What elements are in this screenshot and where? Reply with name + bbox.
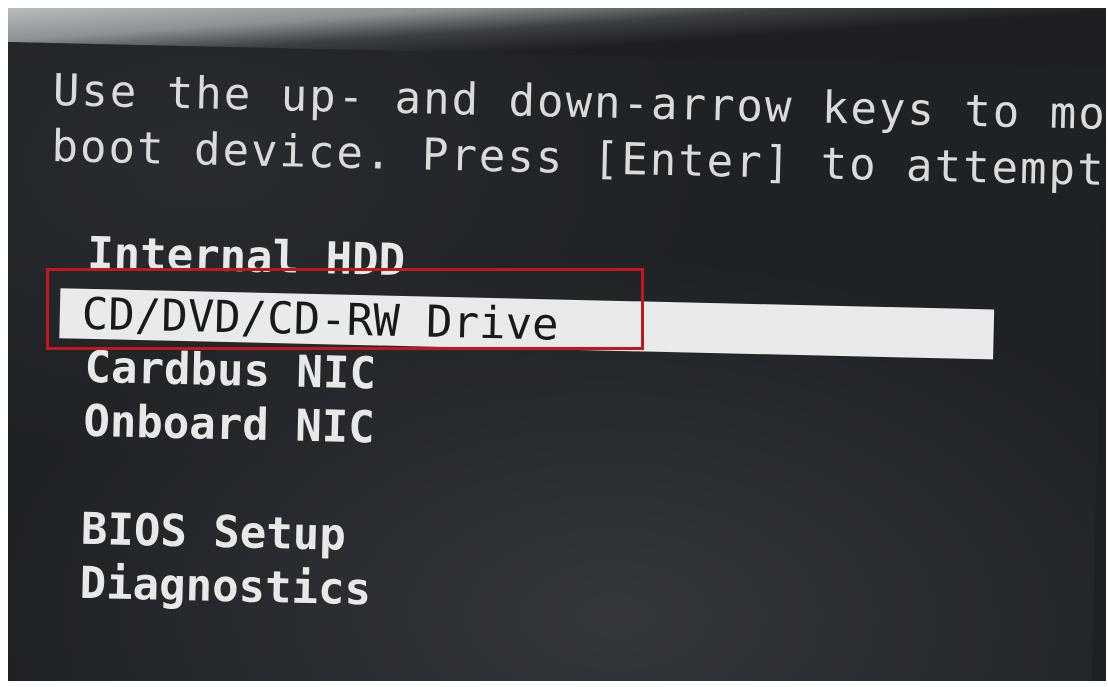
red-highlight-box <box>46 268 644 350</box>
boot-option-onboard-nic[interactable]: Onboard NIC <box>83 396 376 455</box>
monitor-photo: Use the up- and down-arrow keys to mov b… <box>8 8 1106 681</box>
option-bios-setup[interactable]: BIOS Setup <box>80 504 346 562</box>
option-diagnostics[interactable]: Diagnostics <box>79 558 371 617</box>
bios-screen: Use the up- and down-arrow keys to mov b… <box>8 42 1106 681</box>
instruction-text: Use the up- and down-arrow keys to mov b… <box>51 63 1106 200</box>
boot-option-cardbus-nic[interactable]: Cardbus NIC <box>84 342 376 401</box>
